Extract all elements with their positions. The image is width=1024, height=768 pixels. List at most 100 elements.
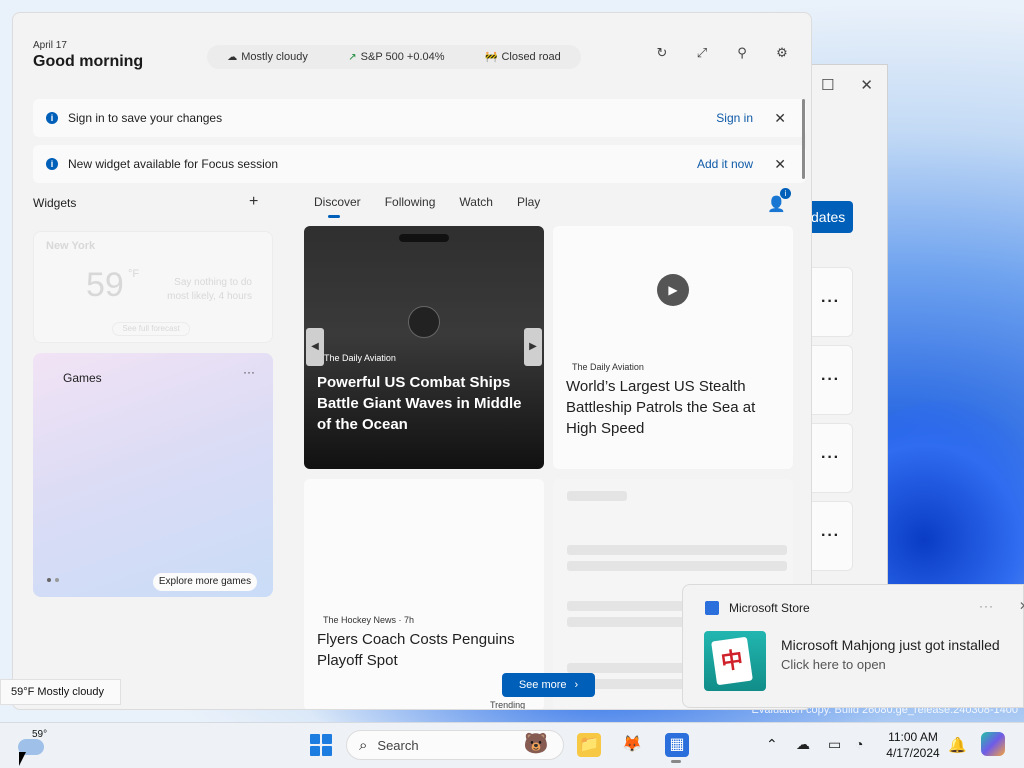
info-icon: i <box>46 158 58 170</box>
news-headline[interactable]: World’s Largest US Stealth Battleship Pa… <box>566 376 781 439</box>
add-widget-icon[interactable]: + <box>249 193 258 211</box>
pin-icon[interactable]: ⚲ <box>735 46 749 60</box>
microsoft-store-icon[interactable]: ▦ <box>665 733 689 757</box>
weather-pill[interactable]: ☁ Mostly cloudy <box>227 51 308 63</box>
close-window-icon[interactable]: ✕ <box>860 76 873 94</box>
toast-notification[interactable]: Microsoft Store ··· ✕ 中 Microsoft Mahjon… <box>682 584 1024 708</box>
updates-button[interactable]: dates <box>809 201 853 233</box>
mahjong-tile-icon: 中 <box>711 636 753 686</box>
stock-pill[interactable]: ↗ S&P 500 +0.04% <box>348 51 444 63</box>
carousel-dot[interactable] <box>47 578 51 582</box>
microsoft-store-icon <box>705 601 719 615</box>
firefox-icon[interactable]: 🦊 <box>620 733 644 757</box>
weather-location: New York <box>46 240 96 252</box>
search-highlight-icon[interactable]: 🐻 <box>512 731 560 759</box>
traffic-pill-label: Closed road <box>501 51 561 63</box>
tab-discover[interactable]: Discover <box>314 195 361 218</box>
weather-temperature: 59 <box>86 266 124 304</box>
toast-subtext: Click here to open <box>781 657 886 672</box>
toast-message: Microsoft Mahjong just got installed <box>781 637 1000 653</box>
more-options-button[interactable]: ··· <box>809 267 853 337</box>
scrollbar[interactable] <box>802 99 805 179</box>
news-source: The Hockey News · 7h <box>323 615 415 625</box>
stock-pill-label: S&P 500 +0.04% <box>360 51 445 63</box>
chevron-up-icon[interactable]: ⌃ <box>766 736 778 753</box>
chevron-right-icon[interactable]: ▶ <box>524 328 542 366</box>
new-widget-banner: i New widget available for Focus session… <box>33 145 806 183</box>
chevron-left-icon[interactable]: ◀ <box>306 328 324 366</box>
greeting-date: April 17 <box>33 40 67 51</box>
banner-text: Sign in to save your changes <box>68 111 223 125</box>
skeleton-line <box>567 561 787 571</box>
more-options-icon[interactable]: ··· <box>979 599 994 613</box>
news-card[interactable]: ▶ The Daily Aviation World’s Largest US … <box>553 226 793 469</box>
weather-pill-label: Mostly cloudy <box>241 51 308 63</box>
games-widget[interactable]: Games ··· Explore more games <box>33 353 273 597</box>
close-icon[interactable]: ✕ <box>774 156 786 173</box>
slide-indicator <box>399 234 449 242</box>
weather-tooltip: 59°F Mostly cloudy <box>0 679 121 705</box>
start-button[interactable] <box>310 734 332 756</box>
toast-app-name: Microsoft Store <box>729 601 810 615</box>
taskbar-clock[interactable]: 11:00 AM 4/17/2024 <box>878 729 948 761</box>
see-more-button[interactable]: See more › <box>502 673 595 697</box>
file-explorer-icon[interactable]: 📁 <box>577 733 601 757</box>
greeting-title: Good morning <box>33 53 144 70</box>
partly-cloudy-icon: ☁ <box>227 51 238 63</box>
news-source: The Daily Aviation <box>572 362 644 372</box>
expand-icon[interactable]: ⤢ <box>695 46 709 60</box>
taskbar-temperature: 59° <box>32 729 48 740</box>
news-source: The Daily Aviation <box>324 353 396 363</box>
weather-widget[interactable]: New York 59 °F Say nothing to do most li… <box>33 231 273 343</box>
refresh-icon[interactable]: ↻ <box>655 46 669 60</box>
close-icon[interactable]: ✕ <box>1019 599 1024 613</box>
sign-in-link[interactable]: Sign in <box>716 111 753 125</box>
maximize-icon[interactable]: ☐ <box>821 76 834 94</box>
traffic-pill[interactable]: 🚧 Closed road <box>485 51 561 63</box>
weather-description: Say nothing to do most likely, 4 hours <box>167 277 252 302</box>
news-headline[interactable]: Powerful US Combat Ships Battle Giant Wa… <box>317 372 537 435</box>
search-icon: ⌕ <box>359 736 368 754</box>
tab-watch[interactable]: Watch <box>459 195 493 209</box>
skeleton-line <box>567 491 627 501</box>
more-options-button[interactable]: ··· <box>809 501 853 571</box>
tab-following[interactable]: Following <box>385 195 436 209</box>
feed-tabs: Discover Following Watch Play <box>314 195 564 218</box>
profile-icon[interactable]: 👤 <box>767 195 786 213</box>
explore-games-button[interactable]: Explore more games <box>153 573 257 591</box>
news-headline[interactable]: Flyers Coach Costs Penguins Playoff Spot <box>317 629 532 671</box>
carousel-dot[interactable] <box>55 578 59 582</box>
search-placeholder: Search <box>377 737 419 753</box>
banner-text: New widget available for Focus session <box>68 157 279 171</box>
network-icon[interactable]: ▭ <box>828 736 841 753</box>
skeleton-line <box>567 545 787 555</box>
gear-icon[interactable]: ⚙ <box>775 46 789 60</box>
clock-time: 11:00 AM <box>888 730 938 744</box>
play-icon[interactable]: ▶ <box>657 274 689 306</box>
traffic-icon: 🚧 <box>484 51 498 63</box>
full-forecast-link[interactable]: See full forecast <box>112 322 190 336</box>
copilot-icon[interactable] <box>981 732 1005 756</box>
weather-unit: °F <box>128 268 140 280</box>
profile-badge: i <box>780 188 791 199</box>
windows-logo-icon <box>310 734 320 744</box>
more-options-icon[interactable]: ··· <box>243 365 255 379</box>
cloud-off-icon[interactable]: ☁ <box>796 736 810 753</box>
more-options-button[interactable]: ··· <box>809 423 853 493</box>
notification-bell-icon[interactable]: 🔔 <box>948 736 967 754</box>
games-title: Games <box>63 371 102 385</box>
widgets-heading: Widgets <box>33 196 77 210</box>
tab-play[interactable]: Play <box>517 195 540 209</box>
carousel-dots[interactable] <box>47 578 59 582</box>
info-pills: ☁ Mostly cloudy ↗ S&P 500 +0.04% 🚧 Close… <box>207 45 581 69</box>
news-card-hero[interactable]: ◀ ▶ The Daily Aviation Powerful US Comba… <box>304 226 544 469</box>
more-options-button[interactable]: ··· <box>809 345 853 415</box>
focus-icon[interactable]: ◔ <box>855 736 863 752</box>
see-more-label: See more <box>518 679 567 691</box>
active-app-indicator <box>671 760 681 763</box>
info-icon: i <box>46 112 58 124</box>
add-it-now-link[interactable]: Add it now <box>697 157 753 171</box>
close-icon[interactable]: ✕ <box>774 110 786 127</box>
windows-logo-icon <box>310 746 320 756</box>
mahjong-app-icon: 中 <box>704 631 766 691</box>
